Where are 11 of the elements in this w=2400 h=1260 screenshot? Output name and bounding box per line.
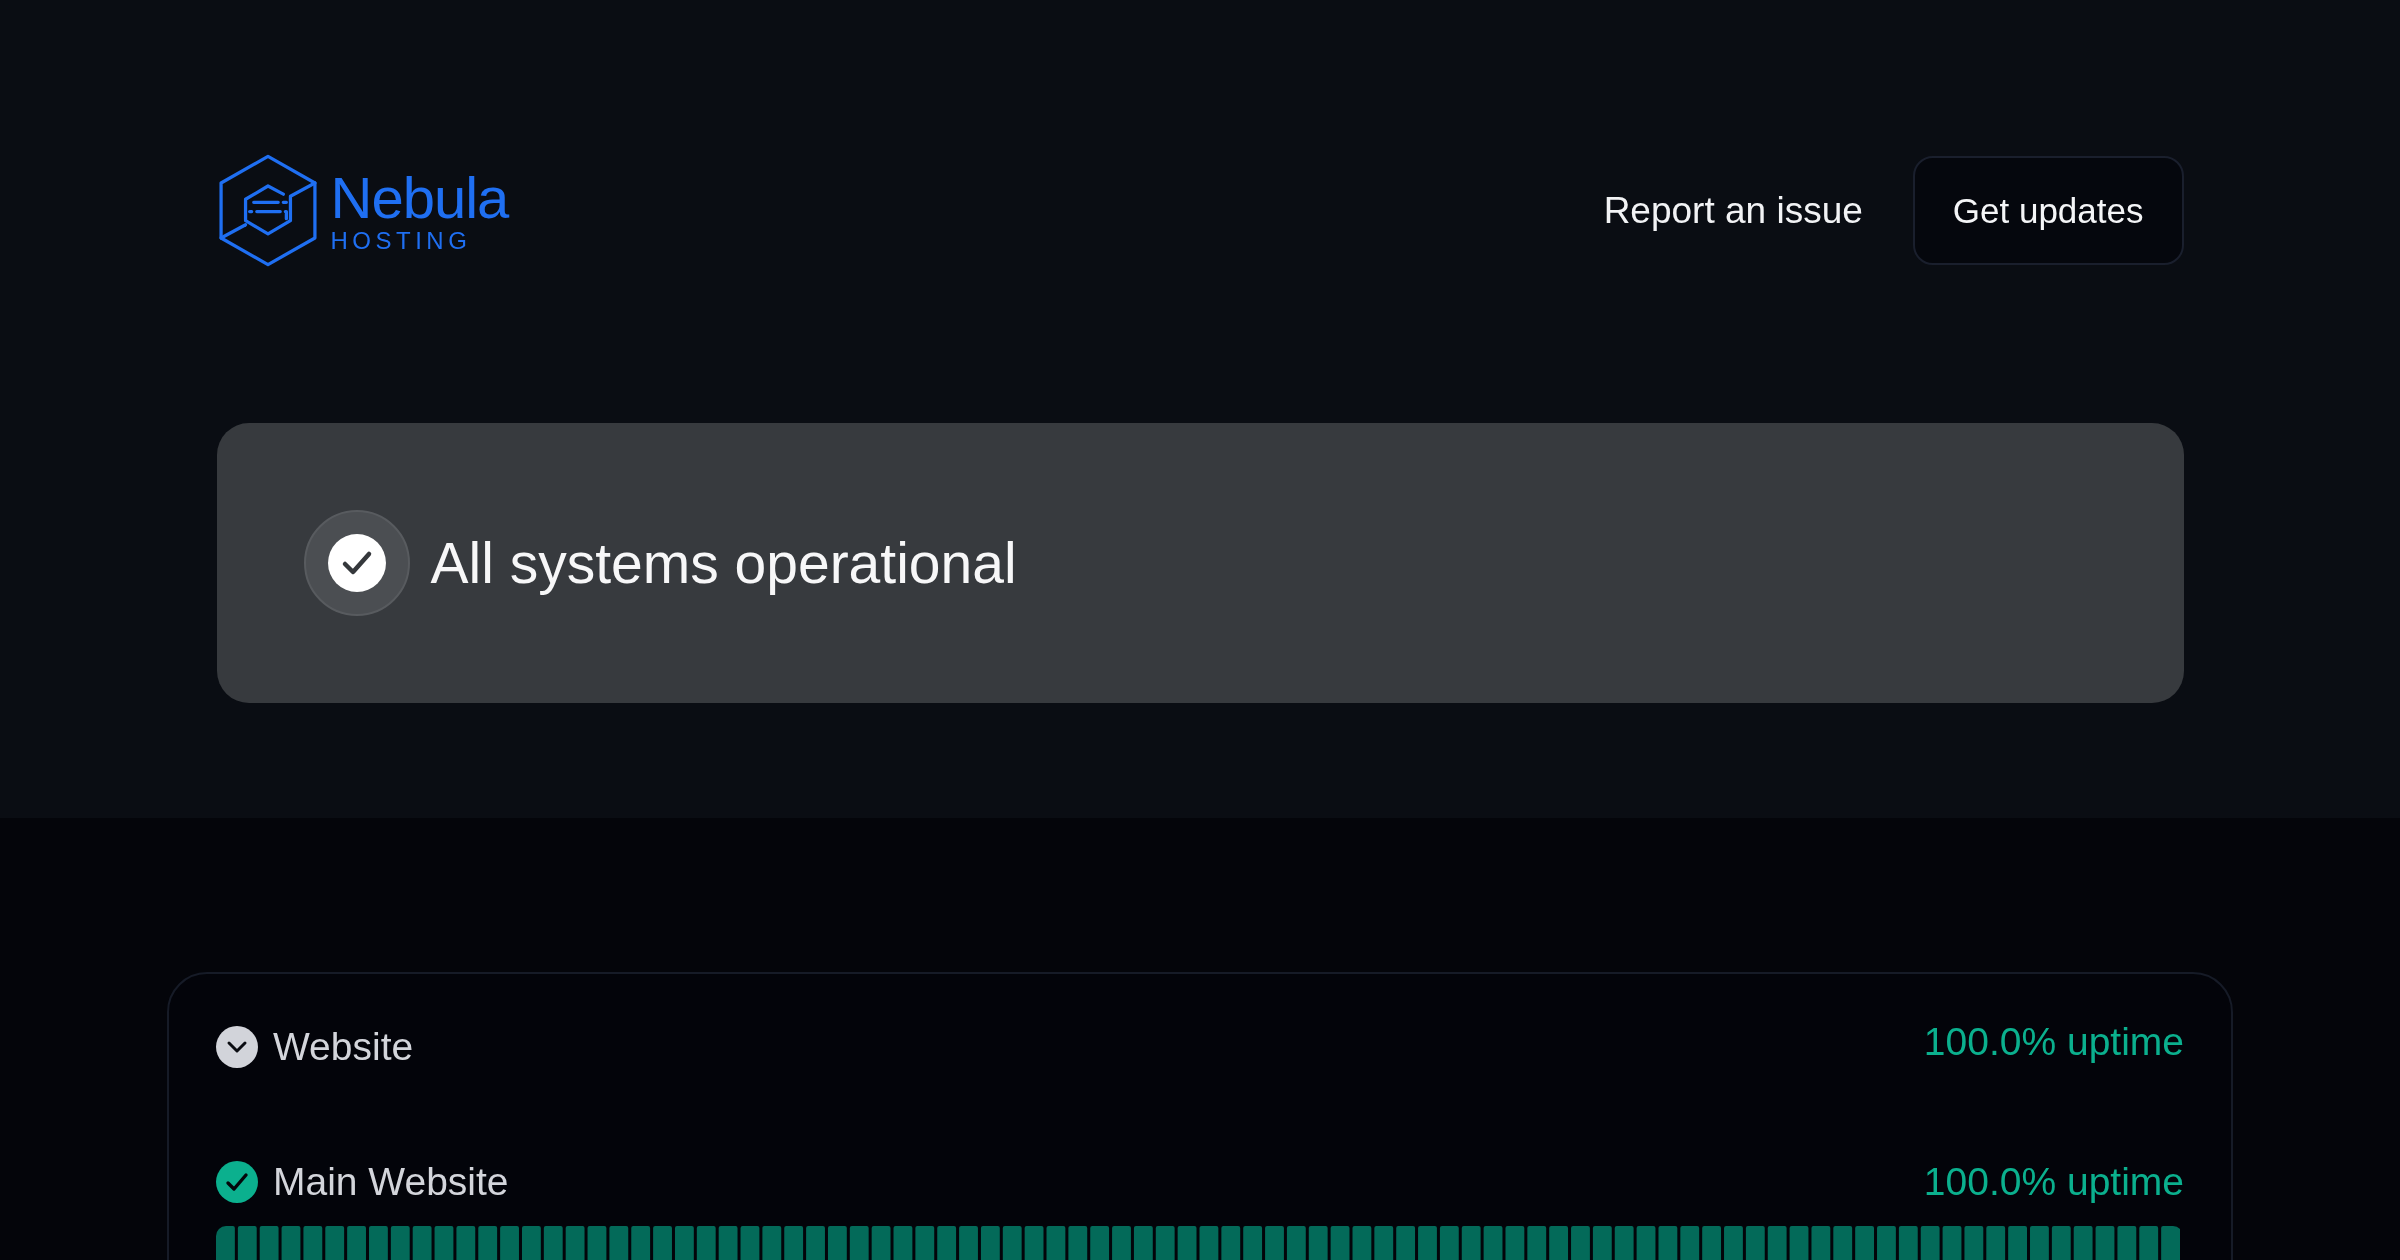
status-title: All systems operational	[430, 530, 1017, 596]
brand-tagline: HOSTING	[330, 228, 473, 253]
chevron-down-icon[interactable]	[216, 1026, 258, 1068]
uptime-percentage: 100.0% uptime	[1923, 1160, 2184, 1204]
component-name: Website	[273, 1025, 414, 1069]
hexagon-logo-icon	[216, 153, 319, 268]
component-name: Main Website	[273, 1160, 509, 1204]
brand-name: Nebula	[330, 168, 509, 227]
uptime-percentage: 100.0% uptime	[1923, 1020, 2184, 1064]
report-issue-link[interactable]: Report an issue	[1603, 189, 1863, 232]
get-updates-button[interactable]: Get updates	[1912, 156, 2184, 265]
